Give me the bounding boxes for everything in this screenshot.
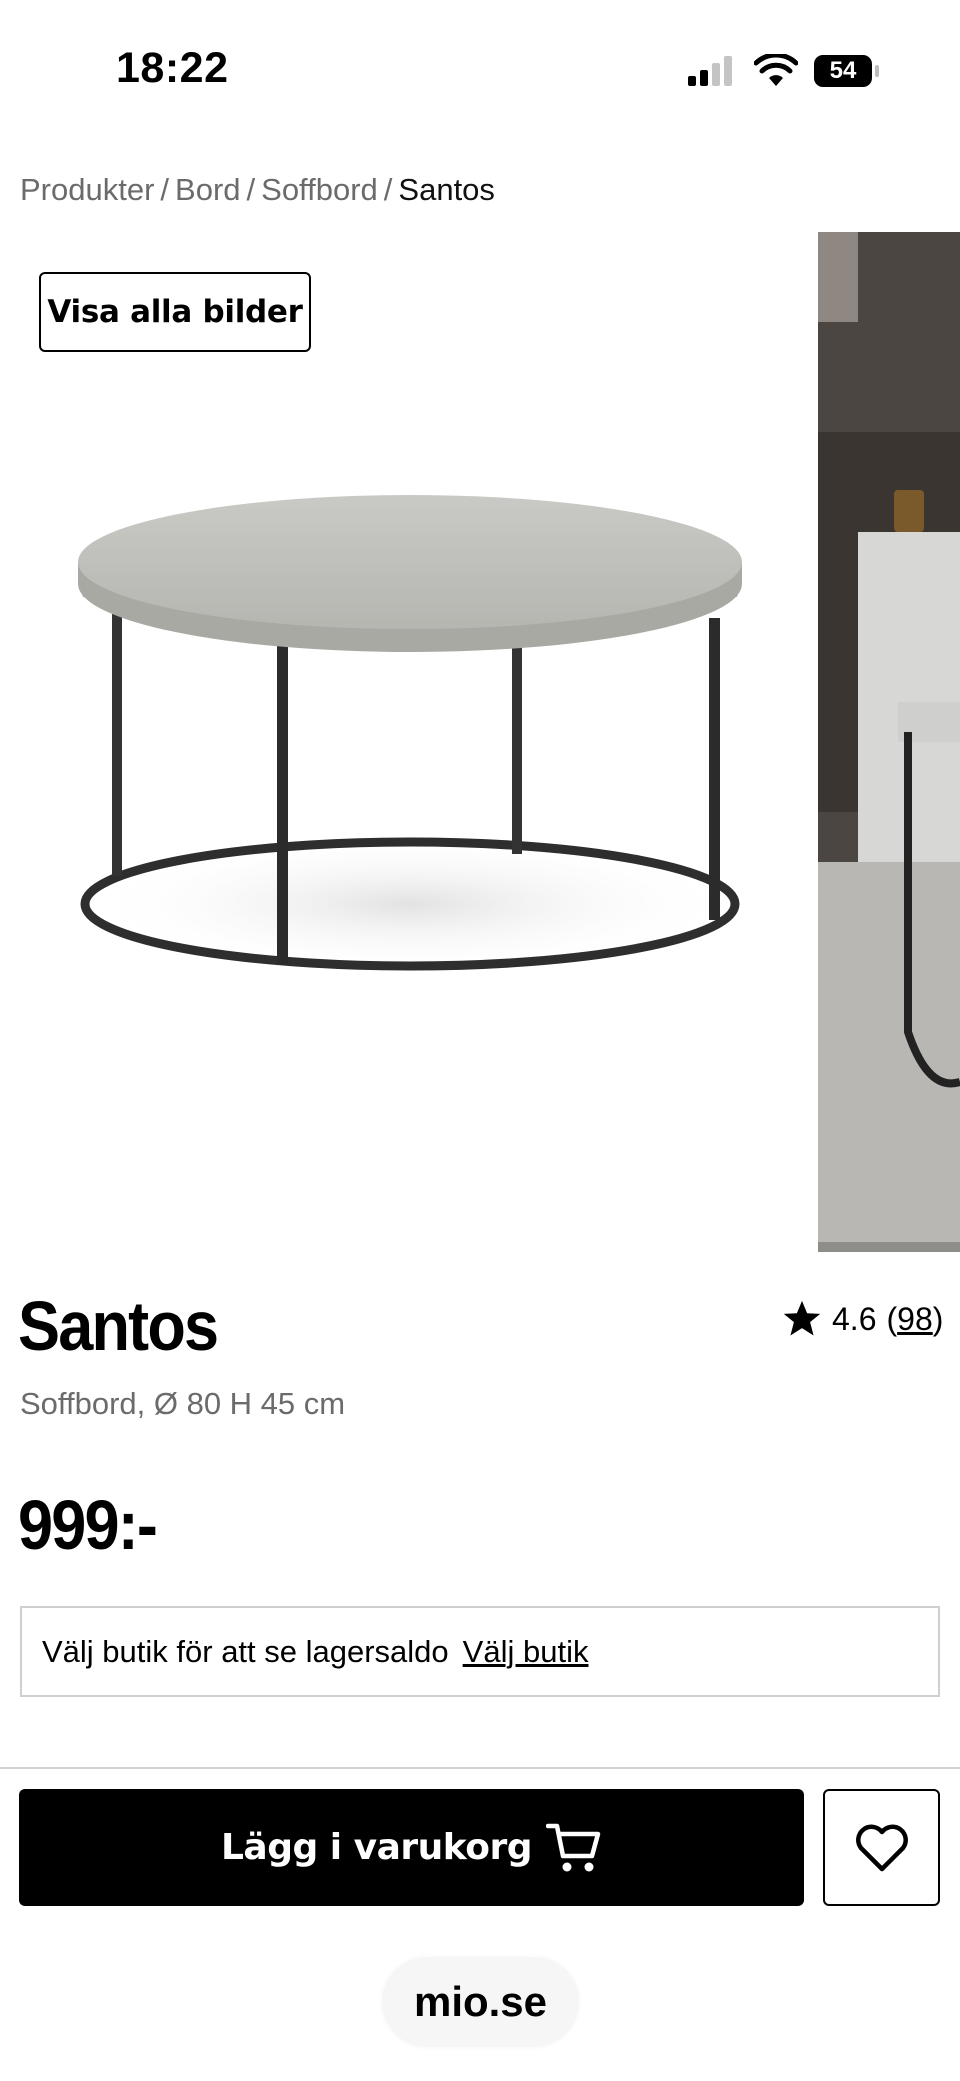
browser-url-bar[interactable]: mio.se bbox=[382, 1957, 579, 2047]
breadcrumb-item-produkter[interactable]: Produkter bbox=[20, 172, 154, 207]
view-all-images-button[interactable]: Visa alla bilder bbox=[39, 272, 311, 352]
divider bbox=[0, 1767, 960, 1769]
product-price: 999:- bbox=[18, 1486, 158, 1564]
battery-nub bbox=[875, 65, 879, 77]
stock-availability-box: Välj butik för att se lagersaldo Välj bu… bbox=[20, 1606, 940, 1697]
rating-value: 4.6 bbox=[832, 1300, 877, 1337]
breadcrumb-separator: / bbox=[246, 172, 256, 207]
add-to-cart-button[interactable]: Lägg i varukorg bbox=[19, 1789, 804, 1906]
breadcrumb-item-bord[interactable]: Bord bbox=[175, 172, 240, 207]
coffee-table-image bbox=[78, 495, 742, 974]
choose-store-link[interactable]: Välj butik bbox=[463, 1634, 589, 1670]
cart-icon bbox=[546, 1823, 601, 1871]
breadcrumb: Produkter / Bord / Soffbord / Santos bbox=[20, 172, 495, 208]
room-scene-image bbox=[818, 232, 960, 1252]
breadcrumb-item-soffbord[interactable]: Soffbord bbox=[261, 172, 378, 207]
signal-icon bbox=[688, 56, 732, 86]
stock-text: Välj butik för att se lagersaldo bbox=[42, 1633, 449, 1669]
product-image-next[interactable] bbox=[818, 232, 960, 1252]
review-count-link[interactable]: 98 bbox=[897, 1301, 933, 1338]
star-icon bbox=[783, 1300, 821, 1336]
product-description: Soffbord, Ø 80 H 45 cm bbox=[20, 1386, 346, 1421]
heart-icon bbox=[855, 1824, 908, 1871]
battery-icon: 54 bbox=[814, 55, 872, 87]
product-image-main[interactable] bbox=[0, 232, 818, 1252]
breadcrumb-separator: / bbox=[160, 172, 170, 207]
favorite-button[interactable] bbox=[823, 1789, 940, 1906]
status-time: 18:22 bbox=[116, 44, 229, 92]
product-rating[interactable]: 4.6 (98) bbox=[782, 1300, 943, 1338]
breadcrumb-separator: / bbox=[383, 172, 393, 207]
rating-paren-close: ) bbox=[932, 1300, 944, 1337]
rating-paren-open: ( bbox=[886, 1300, 898, 1337]
breadcrumb-current: Santos bbox=[398, 172, 495, 207]
wifi-icon bbox=[754, 54, 798, 86]
product-title: Santos bbox=[18, 1287, 219, 1365]
status-icons: 54 bbox=[686, 50, 886, 94]
add-to-cart-label: Lägg i varukorg bbox=[220, 1827, 533, 1868]
